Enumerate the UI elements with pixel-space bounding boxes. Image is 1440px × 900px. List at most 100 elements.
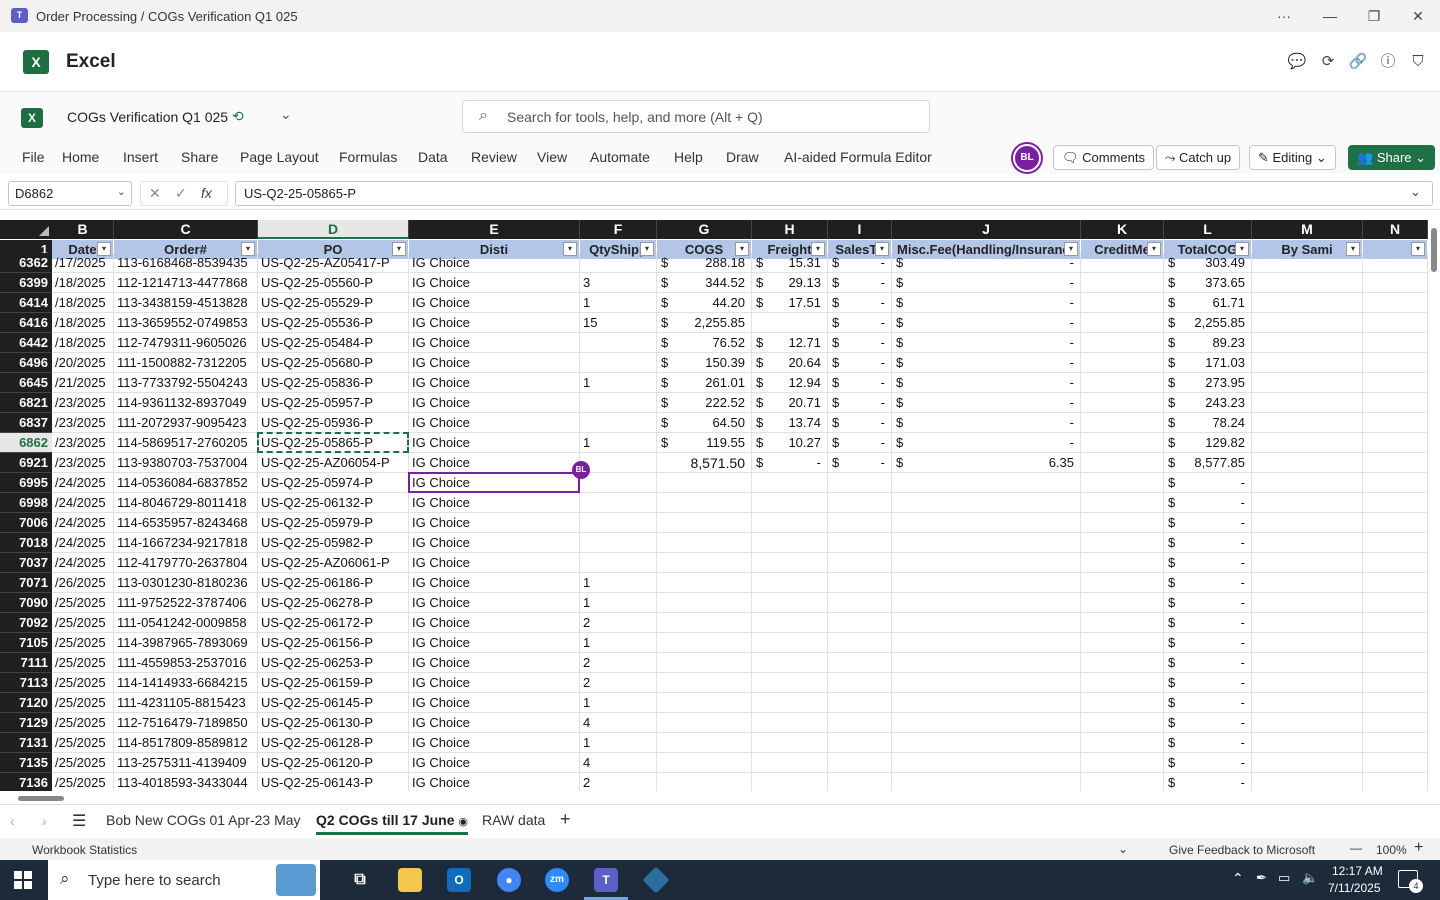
cell-credit[interactable] xyxy=(1081,573,1164,593)
cell-bysami[interactable] xyxy=(1252,513,1363,533)
row-header[interactable]: 7037 xyxy=(0,553,52,573)
cell-po[interactable]: US-Q2-25-06128-P xyxy=(258,733,409,753)
cell-bysami[interactable] xyxy=(1252,553,1363,573)
cell-date[interactable]: /23/2025 xyxy=(52,393,114,413)
column-header-m[interactable]: M xyxy=(1252,220,1363,239)
cell-misc[interactable]: $ - xyxy=(892,293,1081,313)
cell-n[interactable] xyxy=(1363,273,1428,293)
confirm-icon[interactable]: ✓ xyxy=(175,185,187,202)
cell-n[interactable] xyxy=(1363,773,1428,791)
spreadsheet-grid[interactable]: B C D E F G H I J K L M N 1 Date ▾ Order# ▾ PO ▾ Disti ▾ QtySh… xyxy=(0,220,1428,791)
cell-qty[interactable]: 1 xyxy=(580,573,657,593)
cell-sales[interactable] xyxy=(828,553,892,573)
cell-date[interactable]: /25/2025 xyxy=(52,753,114,773)
cell-total[interactable]: $ - xyxy=(1164,733,1252,753)
cell-misc[interactable] xyxy=(892,733,1081,753)
cell-disti[interactable]: IG Choice xyxy=(409,753,580,773)
cell-total[interactable]: $2,255.85 xyxy=(1164,313,1252,333)
cell-order[interactable]: 113-0301230-8180236 xyxy=(114,573,258,593)
cell-order[interactable]: 114-9361132-8937049 xyxy=(114,393,258,413)
cell-total[interactable]: $373.65 xyxy=(1164,273,1252,293)
cell-order[interactable]: 114-8517809-8589812 xyxy=(114,733,258,753)
cell-total[interactable]: $ - xyxy=(1164,773,1252,791)
cell-freight[interactable]: $12.94 xyxy=(752,373,828,393)
tab-view[interactable]: View xyxy=(537,149,567,165)
cell-n[interactable] xyxy=(1363,673,1428,693)
cell-freight[interactable] xyxy=(752,493,828,513)
cell-freight[interactable] xyxy=(752,313,828,333)
cell-misc[interactable] xyxy=(892,593,1081,613)
cell-total[interactable]: $ - xyxy=(1164,713,1252,733)
cell-disti[interactable]: IG Choice xyxy=(409,253,580,273)
cell-n[interactable] xyxy=(1363,353,1428,373)
cell-date[interactable]: /26/2025 xyxy=(52,573,114,593)
cell-po[interactable]: US-Q2-25-05982-P xyxy=(258,533,409,553)
cell-sales[interactable] xyxy=(828,573,892,593)
cell-credit[interactable] xyxy=(1081,733,1164,753)
cell-disti[interactable]: IG Choice xyxy=(409,633,580,653)
row-header[interactable]: 7113 xyxy=(0,673,52,693)
cell-credit[interactable] xyxy=(1081,753,1164,773)
cell-disti[interactable]: IG Choice xyxy=(409,673,580,693)
cell-order[interactable]: 114-0536084-6837852 xyxy=(114,473,258,493)
network-icon[interactable]: ▭ xyxy=(1278,870,1290,886)
cell-n[interactable] xyxy=(1363,453,1428,473)
tab-data[interactable]: Data xyxy=(418,149,448,165)
cell-freight[interactable]: $10.27 xyxy=(752,433,828,453)
cell-po[interactable]: US-Q2-25-05560-P xyxy=(258,273,409,293)
cell-misc[interactable]: $ - xyxy=(892,253,1081,273)
cell-total[interactable]: $78.24 xyxy=(1164,413,1252,433)
cell-cogs[interactable]: $44.20 xyxy=(657,293,752,313)
cell-misc[interactable] xyxy=(892,773,1081,791)
cell-disti[interactable]: IG Choice xyxy=(409,353,580,373)
cell-sales[interactable] xyxy=(828,693,892,713)
minimize-button[interactable]: — xyxy=(1316,6,1344,26)
cell-po[interactable]: US-Q2-25-06156-P xyxy=(258,633,409,653)
cell-bysami[interactable] xyxy=(1252,433,1363,453)
cell-order[interactable]: 114-3987965-7893069 xyxy=(114,633,258,653)
cell-qty[interactable] xyxy=(580,513,657,533)
cell-sales[interactable]: $ - xyxy=(828,333,892,353)
cell-credit[interactable] xyxy=(1081,633,1164,653)
cell-misc[interactable] xyxy=(892,673,1081,693)
cell-date[interactable]: /23/2025 xyxy=(52,413,114,433)
name-box[interactable]: D6862 ⌄ xyxy=(8,181,132,206)
cell-qty[interactable] xyxy=(580,473,657,493)
cell-disti[interactable]: IG Choice xyxy=(409,373,580,393)
cell-n[interactable] xyxy=(1363,253,1428,273)
cell-misc[interactable] xyxy=(892,533,1081,553)
cell-sales[interactable]: $ - xyxy=(828,373,892,393)
cell-misc[interactable]: $ - xyxy=(892,373,1081,393)
cell-order[interactable]: 112-4179770-2637804 xyxy=(114,553,258,573)
add-sheet-icon[interactable]: + xyxy=(560,809,571,830)
user-avatar[interactable]: BL xyxy=(1013,144,1041,172)
cell-bysami[interactable] xyxy=(1252,333,1363,353)
cell-credit[interactable] xyxy=(1081,653,1164,673)
cell-total[interactable]: $ - xyxy=(1164,513,1252,533)
cell-po[interactable]: US-Q2-25-05936-P xyxy=(258,413,409,433)
cell-misc[interactable] xyxy=(892,473,1081,493)
row-header[interactable]: 7131 xyxy=(0,733,52,753)
cell-misc[interactable]: $ - xyxy=(892,353,1081,373)
tab-help[interactable]: Help xyxy=(674,149,703,165)
row-header[interactable]: 6645 xyxy=(0,373,52,393)
tray-pen-icon[interactable]: ✒ xyxy=(1256,870,1267,886)
tab-ai-formula-editor[interactable]: AI-aided Formula Editor xyxy=(784,149,932,165)
tab-share[interactable]: Share xyxy=(181,149,218,165)
cell-qty[interactable]: 3 xyxy=(580,273,657,293)
cell-bysami[interactable] xyxy=(1252,753,1363,773)
cell-total[interactable]: $ - xyxy=(1164,673,1252,693)
editing-mode-button[interactable]: ✎ Editing ⌄ xyxy=(1249,145,1336,170)
cell-po[interactable]: US-Q2-25-06143-P xyxy=(258,773,409,791)
cell-bysami[interactable] xyxy=(1252,533,1363,553)
cell-po[interactable]: US-Q2-25-06172-P xyxy=(258,613,409,633)
cell-po[interactable]: US-Q2-25-05529-P xyxy=(258,293,409,313)
cell-total[interactable]: $171.03 xyxy=(1164,353,1252,373)
cell-credit[interactable] xyxy=(1081,393,1164,413)
cell-order[interactable]: 113-6168468-8539435 xyxy=(114,253,258,273)
cell-freight[interactable] xyxy=(752,693,828,713)
cell-bysami[interactable] xyxy=(1252,733,1363,753)
cell-qty[interactable] xyxy=(580,533,657,553)
cell-freight[interactable] xyxy=(752,633,828,653)
cell-disti[interactable]: IG Choice xyxy=(409,513,580,533)
